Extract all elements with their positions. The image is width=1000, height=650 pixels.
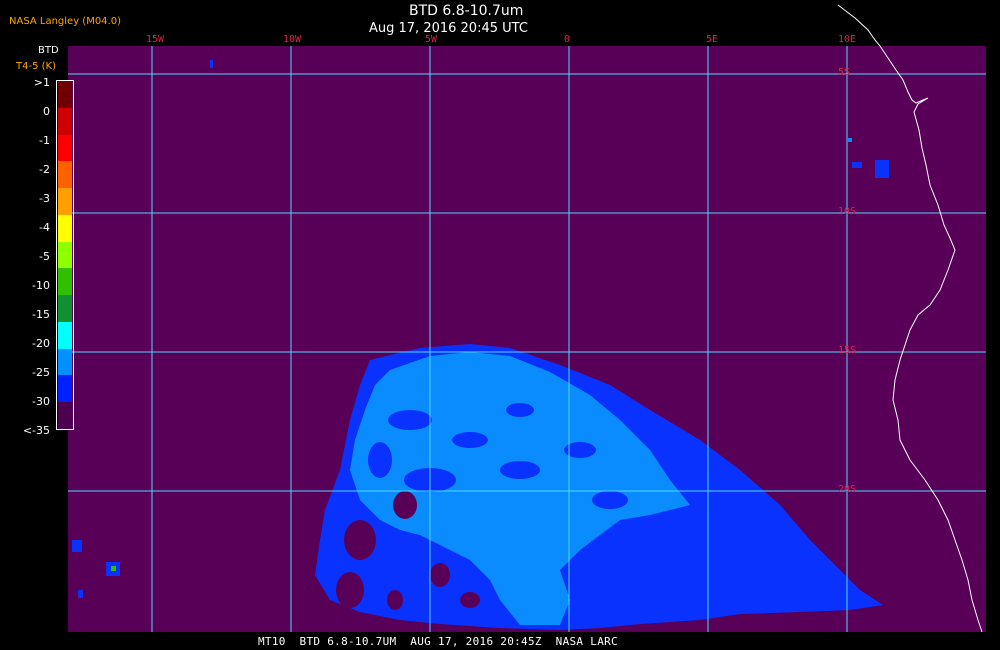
product-title: BTD 6.8-10.7um: [409, 3, 524, 19]
colorbar-tick-label: -5: [39, 250, 50, 263]
colorbar-swatch: [58, 81, 72, 108]
colorbar-swatch: [58, 321, 72, 349]
colorbar-tick-label: -15: [32, 308, 50, 321]
latitude-label: 20S: [838, 484, 857, 495]
colorbar-swatch: [58, 295, 72, 322]
colorbar-swatch: [58, 375, 72, 403]
colorbar-swatch: [58, 348, 72, 376]
colorbar-tick-label: 0: [43, 105, 50, 118]
colorbar-tick-label: -1: [39, 134, 50, 147]
colorbar-units: T4-5 (K): [16, 61, 56, 72]
longitude-label: 5W: [425, 34, 438, 45]
colorbar-swatch: [58, 107, 72, 135]
colorbar-swatch: [58, 402, 72, 429]
latitude-label: 15S: [838, 345, 857, 356]
colorbar-tick-label: -25: [32, 366, 50, 379]
satellite-map: [68, 0, 1000, 650]
colorbar-swatch: [58, 161, 72, 189]
colorbar: [56, 80, 74, 430]
colorbar-swatch: [58, 188, 72, 215]
longitude-label: 10E: [838, 34, 857, 45]
longitude-label: 15W: [146, 34, 165, 45]
colorbar-swatch: [58, 214, 72, 242]
colorbar-tick-label: -3: [39, 192, 50, 205]
datetime-label: Aug 17, 2016 20:45 UTC: [369, 21, 528, 36]
colorbar-title: BTD: [38, 45, 59, 56]
colorbar-swatch: [58, 134, 72, 162]
organization-label: NASA Langley (M04.0): [9, 16, 121, 27]
colorbar-tick-label: -20: [32, 337, 50, 350]
colorbar-tick-label: -30: [32, 395, 50, 408]
colorbar-tick-label: <-35: [22, 424, 50, 437]
map-black-border-right: [986, 0, 1000, 650]
footer-caption: MT10 BTD 6.8-10.7UM AUG 17, 2016 20:45Z …: [258, 635, 618, 648]
colorbar-tick-label: -4: [39, 221, 50, 234]
colorbar-tick-label: -2: [39, 163, 50, 176]
colorbar-tick-label: >1: [33, 76, 50, 89]
latitude-label: 10S: [838, 206, 857, 217]
longitude-label: 5E: [706, 34, 719, 45]
longitude-label: 10W: [283, 34, 302, 45]
colorbar-swatch: [58, 241, 72, 269]
colorbar-tick-label: -10: [32, 279, 50, 292]
colorbar-swatch: [58, 268, 72, 296]
latitude-label: 5S: [838, 67, 851, 78]
longitude-label: 0: [564, 34, 571, 45]
